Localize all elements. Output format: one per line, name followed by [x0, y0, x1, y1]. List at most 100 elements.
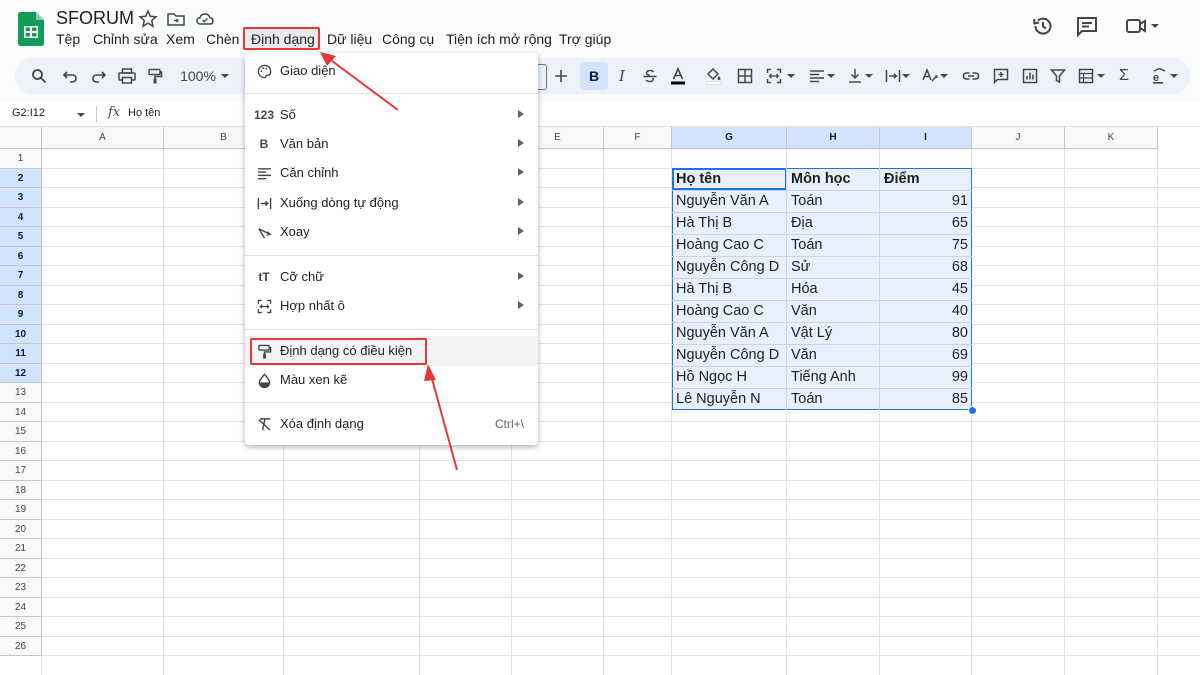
row-header-1[interactable]: 1: [0, 149, 42, 169]
cell-score[interactable]: 45: [884, 278, 968, 300]
input-tools-icon[interactable]: e: [1145, 66, 1185, 86]
filter-views-dropdown-icon[interactable]: [1096, 66, 1106, 86]
cell-name[interactable]: Hà Thị B: [676, 212, 783, 234]
cell-subject[interactable]: Sử: [791, 256, 876, 278]
row-header-5[interactable]: 5: [0, 227, 42, 247]
functions-button[interactable]: Σ: [1114, 66, 1134, 86]
cell-name[interactable]: Hồ Ngọc H: [676, 366, 783, 388]
menu-item-alternating-colors[interactable]: Màu xen kẽ: [245, 366, 538, 394]
cell-name[interactable]: Nguyễn Văn A: [676, 322, 783, 344]
cell-subject[interactable]: Toán: [791, 388, 876, 410]
cell-score[interactable]: 85: [884, 388, 968, 410]
move-folder-icon[interactable]: [166, 9, 186, 29]
column-header-j[interactable]: J: [972, 127, 1065, 149]
row-header-6[interactable]: 6: [0, 246, 42, 266]
name-box[interactable]: G2:I12: [12, 107, 45, 119]
column-header-h[interactable]: H: [787, 127, 880, 149]
search-menus-icon[interactable]: [29, 66, 49, 86]
paint-format-icon[interactable]: [145, 66, 165, 86]
row-header-20[interactable]: 20: [0, 519, 42, 539]
cell-score[interactable]: 68: [884, 256, 968, 278]
row-header-24[interactable]: 24: [0, 597, 42, 617]
cell-subject[interactable]: Tiếng Anh: [791, 366, 876, 388]
menu-tools[interactable]: Công cụ: [382, 31, 434, 47]
cell-score[interactable]: 80: [884, 322, 968, 344]
header-ho-ten[interactable]: Họ tên: [676, 168, 783, 190]
cell-name[interactable]: Nguyễn Văn A: [676, 190, 783, 212]
row-header-4[interactable]: 4: [0, 207, 42, 227]
comments-icon[interactable]: [1075, 14, 1099, 38]
select-all-corner[interactable]: [0, 127, 42, 149]
row-header-2[interactable]: 2: [0, 168, 42, 188]
menu-extensions[interactable]: Tiện ích mở rộng: [446, 31, 552, 47]
cell-score[interactable]: 40: [884, 300, 968, 322]
row-header-23[interactable]: 23: [0, 578, 42, 598]
document-title[interactable]: SFORUM: [56, 8, 134, 29]
row-header-12[interactable]: 12: [0, 363, 42, 383]
merge-dropdown-icon[interactable]: [786, 66, 796, 86]
column-header-g[interactable]: G: [672, 127, 787, 149]
cell-subject[interactable]: Hóa: [791, 278, 876, 300]
row-header-25[interactable]: 25: [0, 617, 42, 637]
menu-item-rotation[interactable]: Xoay: [245, 218, 538, 246]
italic-button[interactable]: I: [612, 66, 632, 86]
insert-comment-icon[interactable]: [991, 66, 1011, 86]
column-header-k[interactable]: K: [1065, 127, 1158, 149]
menu-view[interactable]: Xem: [166, 31, 195, 47]
menu-item-wrapping[interactable]: Xuống dòng tự động: [245, 189, 538, 217]
text-wrapping-icon[interactable]: [883, 66, 903, 86]
version-history-icon[interactable]: [1031, 14, 1055, 38]
row-header-11[interactable]: 11: [0, 344, 42, 364]
row-header-13[interactable]: 13: [0, 383, 42, 403]
row-header-14[interactable]: 14: [0, 402, 42, 422]
header-diem[interactable]: Điểm: [884, 168, 968, 190]
fill-handle[interactable]: [968, 406, 977, 415]
align-dropdown-icon[interactable]: [826, 66, 836, 86]
zoom-select[interactable]: 100%: [175, 66, 221, 86]
menu-item-merge-cells[interactable]: Hợp nhất ô: [245, 292, 538, 320]
menu-data[interactable]: Dữ liệu: [327, 31, 372, 47]
menu-file[interactable]: Tệp: [56, 31, 80, 47]
row-header-17[interactable]: 17: [0, 461, 42, 481]
cell-subject[interactable]: Toán: [791, 190, 876, 212]
zoom-dropdown-icon[interactable]: [220, 66, 230, 86]
cell-score[interactable]: 91: [884, 190, 968, 212]
menu-item-text[interactable]: B Văn bản: [245, 130, 538, 158]
row-header-7[interactable]: 7: [0, 266, 42, 286]
text-color-icon[interactable]: [668, 66, 688, 86]
menu-edit[interactable]: Chỉnh sửa: [93, 31, 158, 47]
header-mon-hoc[interactable]: Môn học: [791, 168, 876, 190]
menu-item-font-size[interactable]: tT Cỡ chữ: [245, 263, 538, 291]
row-header-10[interactable]: 10: [0, 324, 42, 344]
row-header-3[interactable]: 3: [0, 188, 42, 208]
star-icon[interactable]: [138, 9, 158, 29]
cell-subject[interactable]: Địa: [791, 212, 876, 234]
rotation-dropdown-icon[interactable]: [939, 66, 949, 86]
menu-item-alignment[interactable]: Căn chỉnh: [245, 159, 538, 187]
merge-cells-icon[interactable]: [764, 66, 784, 86]
name-box-dropdown-icon[interactable]: [76, 110, 86, 120]
meet-icon[interactable]: [1124, 14, 1164, 38]
cell-name[interactable]: Lê Nguyễn N: [676, 388, 783, 410]
filter-views-icon[interactable]: [1076, 66, 1096, 86]
cell-score[interactable]: 69: [884, 344, 968, 366]
menu-format[interactable]: Định dạng: [251, 31, 315, 47]
cell-subject[interactable]: Vật Lý: [791, 322, 876, 344]
row-header-22[interactable]: 22: [0, 558, 42, 578]
valign-dropdown-icon[interactable]: [864, 66, 874, 86]
column-header-f[interactable]: F: [604, 127, 672, 149]
spreadsheet-grid[interactable]: ABCDEFGHIJK12345678910111213141516171819…: [0, 127, 1200, 675]
column-header-a[interactable]: A: [42, 127, 164, 149]
fill-color-icon[interactable]: [704, 66, 724, 86]
cloud-saved-icon[interactable]: [195, 9, 215, 29]
cell-score[interactable]: 99: [884, 366, 968, 388]
strikethrough-icon[interactable]: [640, 66, 660, 86]
cell-name[interactable]: Hoàng Cao C: [676, 234, 783, 256]
cell-name[interactable]: Nguyễn Công D: [676, 256, 783, 278]
formula-input[interactable]: Họ tên: [128, 107, 160, 119]
insert-chart-icon[interactable]: [1020, 66, 1040, 86]
cell-name[interactable]: Hà Thị B: [676, 278, 783, 300]
text-rotation-icon[interactable]: [920, 66, 940, 86]
row-header-26[interactable]: 26: [0, 636, 42, 656]
menu-insert[interactable]: Chèn: [206, 31, 239, 47]
